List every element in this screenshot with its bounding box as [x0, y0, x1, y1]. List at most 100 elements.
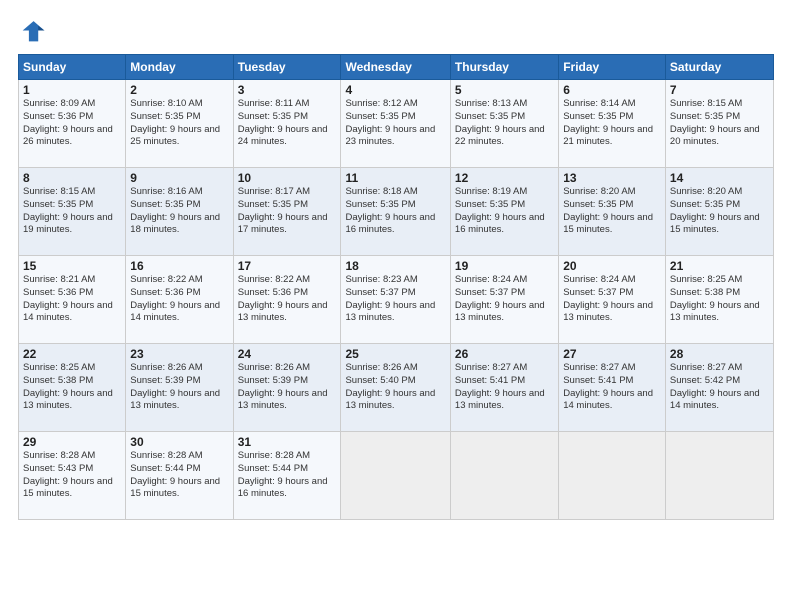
table-row: 3Sunrise: 8:11 AMSunset: 5:35 PMDaylight… [233, 80, 341, 168]
day-info: Sunrise: 8:26 AMSunset: 5:39 PMDaylight:… [238, 362, 337, 413]
day-number: 8 [23, 171, 121, 185]
day-info: Sunrise: 8:09 AMSunset: 5:36 PMDaylight:… [23, 98, 121, 149]
day-info: Sunrise: 8:20 AMSunset: 5:35 PMDaylight:… [563, 186, 661, 237]
day-info: Sunrise: 8:21 AMSunset: 5:36 PMDaylight:… [23, 274, 121, 325]
col-thursday: Thursday [450, 55, 558, 80]
table-row: 21Sunrise: 8:25 AMSunset: 5:38 PMDayligh… [665, 256, 773, 344]
day-info: Sunrise: 8:16 AMSunset: 5:35 PMDaylight:… [130, 186, 228, 237]
day-number: 29 [23, 435, 121, 449]
day-info: Sunrise: 8:23 AMSunset: 5:37 PMDaylight:… [345, 274, 445, 325]
day-number: 10 [238, 171, 337, 185]
table-row: 4Sunrise: 8:12 AMSunset: 5:35 PMDaylight… [341, 80, 450, 168]
day-info: Sunrise: 8:11 AMSunset: 5:35 PMDaylight:… [238, 98, 337, 149]
day-number: 19 [455, 259, 554, 273]
table-row: 17Sunrise: 8:22 AMSunset: 5:36 PMDayligh… [233, 256, 341, 344]
day-number: 1 [23, 83, 121, 97]
day-number: 31 [238, 435, 337, 449]
table-row: 25Sunrise: 8:26 AMSunset: 5:40 PMDayligh… [341, 344, 450, 432]
col-tuesday: Tuesday [233, 55, 341, 80]
page: Sunday Monday Tuesday Wednesday Thursday… [0, 0, 792, 612]
table-row: 20Sunrise: 8:24 AMSunset: 5:37 PMDayligh… [559, 256, 666, 344]
table-row: 29Sunrise: 8:28 AMSunset: 5:43 PMDayligh… [19, 432, 126, 520]
day-info: Sunrise: 8:24 AMSunset: 5:37 PMDaylight:… [455, 274, 554, 325]
table-row: 30Sunrise: 8:28 AMSunset: 5:44 PMDayligh… [126, 432, 233, 520]
table-row [450, 432, 558, 520]
col-sunday: Sunday [19, 55, 126, 80]
col-monday: Monday [126, 55, 233, 80]
day-info: Sunrise: 8:25 AMSunset: 5:38 PMDaylight:… [23, 362, 121, 413]
day-number: 27 [563, 347, 661, 361]
day-number: 14 [670, 171, 769, 185]
day-info: Sunrise: 8:19 AMSunset: 5:35 PMDaylight:… [455, 186, 554, 237]
day-number: 12 [455, 171, 554, 185]
table-row: 11Sunrise: 8:18 AMSunset: 5:35 PMDayligh… [341, 168, 450, 256]
col-friday: Friday [559, 55, 666, 80]
table-row: 1Sunrise: 8:09 AMSunset: 5:36 PMDaylight… [19, 80, 126, 168]
table-row: 7Sunrise: 8:15 AMSunset: 5:35 PMDaylight… [665, 80, 773, 168]
day-info: Sunrise: 8:18 AMSunset: 5:35 PMDaylight:… [345, 186, 445, 237]
table-row: 6Sunrise: 8:14 AMSunset: 5:35 PMDaylight… [559, 80, 666, 168]
day-info: Sunrise: 8:22 AMSunset: 5:36 PMDaylight:… [130, 274, 228, 325]
table-row: 24Sunrise: 8:26 AMSunset: 5:39 PMDayligh… [233, 344, 341, 432]
day-number: 13 [563, 171, 661, 185]
day-info: Sunrise: 8:28 AMSunset: 5:44 PMDaylight:… [238, 450, 337, 501]
day-info: Sunrise: 8:27 AMSunset: 5:41 PMDaylight:… [563, 362, 661, 413]
day-number: 23 [130, 347, 228, 361]
table-row: 10Sunrise: 8:17 AMSunset: 5:35 PMDayligh… [233, 168, 341, 256]
table-row: 15Sunrise: 8:21 AMSunset: 5:36 PMDayligh… [19, 256, 126, 344]
calendar: Sunday Monday Tuesday Wednesday Thursday… [18, 54, 774, 520]
table-row: 31Sunrise: 8:28 AMSunset: 5:44 PMDayligh… [233, 432, 341, 520]
day-number: 3 [238, 83, 337, 97]
table-row: 18Sunrise: 8:23 AMSunset: 5:37 PMDayligh… [341, 256, 450, 344]
day-number: 17 [238, 259, 337, 273]
table-row [341, 432, 450, 520]
table-row: 28Sunrise: 8:27 AMSunset: 5:42 PMDayligh… [665, 344, 773, 432]
day-number: 5 [455, 83, 554, 97]
calendar-header-row: Sunday Monday Tuesday Wednesday Thursday… [19, 55, 774, 80]
day-number: 15 [23, 259, 121, 273]
calendar-week-row: 1Sunrise: 8:09 AMSunset: 5:36 PMDaylight… [19, 80, 774, 168]
logo [18, 18, 50, 46]
day-number: 20 [563, 259, 661, 273]
day-info: Sunrise: 8:27 AMSunset: 5:42 PMDaylight:… [670, 362, 769, 413]
day-number: 4 [345, 83, 445, 97]
day-info: Sunrise: 8:15 AMSunset: 5:35 PMDaylight:… [23, 186, 121, 237]
calendar-week-row: 29Sunrise: 8:28 AMSunset: 5:43 PMDayligh… [19, 432, 774, 520]
day-info: Sunrise: 8:20 AMSunset: 5:35 PMDaylight:… [670, 186, 769, 237]
day-number: 7 [670, 83, 769, 97]
day-info: Sunrise: 8:14 AMSunset: 5:35 PMDaylight:… [563, 98, 661, 149]
day-info: Sunrise: 8:10 AMSunset: 5:35 PMDaylight:… [130, 98, 228, 149]
calendar-week-row: 8Sunrise: 8:15 AMSunset: 5:35 PMDaylight… [19, 168, 774, 256]
table-row: 9Sunrise: 8:16 AMSunset: 5:35 PMDaylight… [126, 168, 233, 256]
table-row: 27Sunrise: 8:27 AMSunset: 5:41 PMDayligh… [559, 344, 666, 432]
day-info: Sunrise: 8:28 AMSunset: 5:44 PMDaylight:… [130, 450, 228, 501]
table-row: 14Sunrise: 8:20 AMSunset: 5:35 PMDayligh… [665, 168, 773, 256]
day-info: Sunrise: 8:13 AMSunset: 5:35 PMDaylight:… [455, 98, 554, 149]
calendar-week-row: 22Sunrise: 8:25 AMSunset: 5:38 PMDayligh… [19, 344, 774, 432]
day-number: 22 [23, 347, 121, 361]
day-number: 30 [130, 435, 228, 449]
table-row: 22Sunrise: 8:25 AMSunset: 5:38 PMDayligh… [19, 344, 126, 432]
logo-icon [18, 18, 46, 46]
day-number: 28 [670, 347, 769, 361]
day-info: Sunrise: 8:28 AMSunset: 5:43 PMDaylight:… [23, 450, 121, 501]
day-number: 24 [238, 347, 337, 361]
header [18, 18, 774, 46]
day-number: 16 [130, 259, 228, 273]
day-number: 6 [563, 83, 661, 97]
day-number: 11 [345, 171, 445, 185]
day-info: Sunrise: 8:27 AMSunset: 5:41 PMDaylight:… [455, 362, 554, 413]
table-row: 5Sunrise: 8:13 AMSunset: 5:35 PMDaylight… [450, 80, 558, 168]
table-row: 2Sunrise: 8:10 AMSunset: 5:35 PMDaylight… [126, 80, 233, 168]
table-row: 26Sunrise: 8:27 AMSunset: 5:41 PMDayligh… [450, 344, 558, 432]
day-info: Sunrise: 8:15 AMSunset: 5:35 PMDaylight:… [670, 98, 769, 149]
table-row: 19Sunrise: 8:24 AMSunset: 5:37 PMDayligh… [450, 256, 558, 344]
table-row: 8Sunrise: 8:15 AMSunset: 5:35 PMDaylight… [19, 168, 126, 256]
day-number: 18 [345, 259, 445, 273]
day-info: Sunrise: 8:25 AMSunset: 5:38 PMDaylight:… [670, 274, 769, 325]
calendar-week-row: 15Sunrise: 8:21 AMSunset: 5:36 PMDayligh… [19, 256, 774, 344]
day-info: Sunrise: 8:17 AMSunset: 5:35 PMDaylight:… [238, 186, 337, 237]
table-row [559, 432, 666, 520]
day-number: 9 [130, 171, 228, 185]
table-row: 23Sunrise: 8:26 AMSunset: 5:39 PMDayligh… [126, 344, 233, 432]
